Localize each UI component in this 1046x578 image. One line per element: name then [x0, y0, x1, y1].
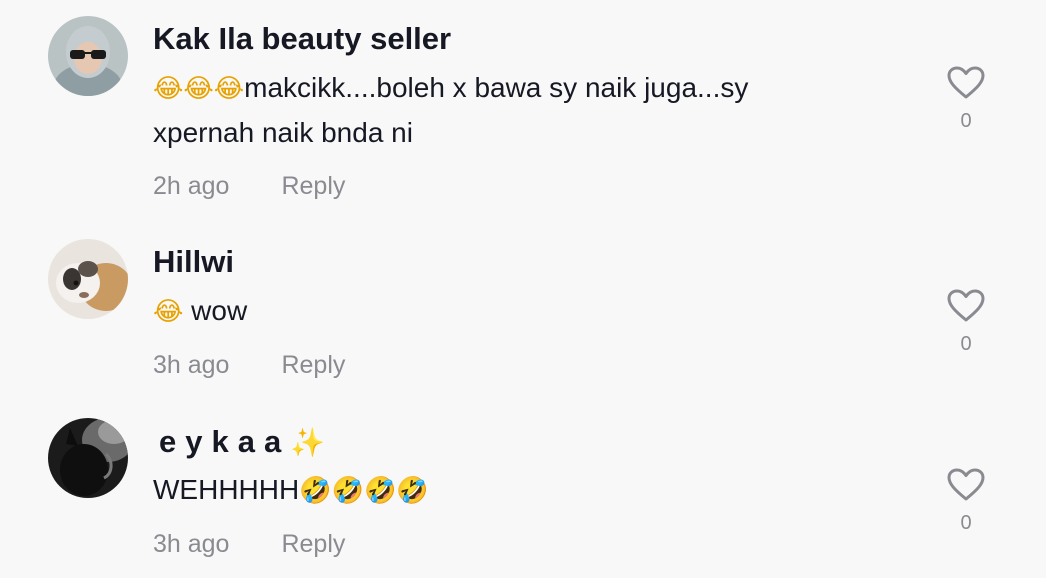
like-button[interactable]: 0 [944, 66, 988, 133]
username[interactable]: eykaa✨ [159, 424, 325, 460]
like-count: 0 [960, 333, 972, 355]
timestamp: 3h ago [153, 530, 230, 558]
timestamp: 3h ago [153, 351, 230, 379]
username[interactable]: Hillwi [153, 244, 234, 280]
comment-text: 😂😂😂makcikk....boleh x bawa sy naik juga.… [153, 66, 853, 155]
username[interactable]: Kak Ila beauty seller [153, 21, 451, 57]
comment-meta: 3h ago Reply [153, 530, 345, 559]
comment-text: WEHHHHH🤣🤣🤣🤣 [153, 468, 853, 513]
rofl-emoji: 🤣🤣🤣🤣 [299, 476, 429, 506]
username-text: eykaa [159, 424, 291, 459]
timestamp: 2h ago [153, 172, 230, 200]
comment-text: 😂 wow [153, 289, 853, 334]
reply-button[interactable]: Reply [281, 351, 345, 379]
comment-meta: 3h ago Reply [153, 351, 345, 380]
like-count: 0 [960, 512, 972, 534]
avatar[interactable] [48, 16, 128, 96]
like-button[interactable]: 0 [944, 289, 988, 356]
comment-meta: 2h ago Reply [153, 172, 345, 201]
reply-button[interactable]: Reply [281, 172, 345, 200]
sparkles-emoji: ✨ [290, 426, 326, 459]
heart-outline-icon[interactable] [947, 66, 985, 100]
like-button[interactable]: 0 [944, 468, 988, 535]
avatar[interactable] [48, 418, 128, 498]
reply-button[interactable]: Reply [281, 530, 345, 558]
like-count: 0 [960, 110, 972, 132]
heart-outline-icon[interactable] [947, 468, 985, 502]
comment-body: wow [183, 295, 248, 326]
avatar[interactable] [48, 239, 128, 319]
comment-body: WEHHHHH [153, 474, 300, 505]
laughing-tears-emoji: 😂 [153, 297, 184, 327]
heart-outline-icon[interactable] [947, 289, 985, 323]
laughing-tears-emoji: 😂😂😂 [153, 74, 245, 104]
